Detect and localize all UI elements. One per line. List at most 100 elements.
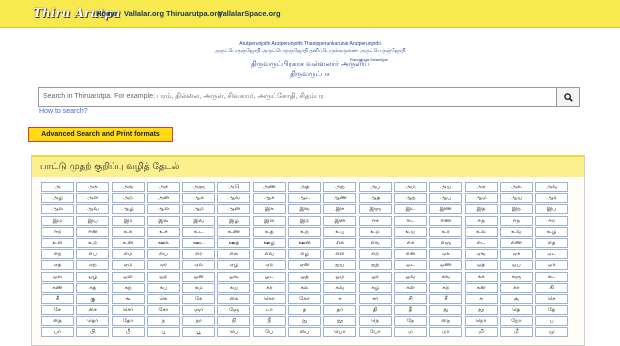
letter-cell[interactable]: சு bbox=[464, 293, 498, 304]
letter-cell[interactable]: கன bbox=[464, 282, 498, 293]
letter-cell[interactable]: தொ bbox=[76, 316, 110, 327]
letter-cell[interactable]: இங bbox=[288, 204, 322, 215]
letter-cell[interactable]: ஊட bbox=[182, 237, 216, 248]
letter-cell[interactable]: சே bbox=[41, 305, 74, 316]
letter-cell[interactable]: ஆங bbox=[217, 193, 251, 204]
letter-cell[interactable]: பீ bbox=[111, 327, 145, 338]
letter-cell[interactable]: பு bbox=[146, 327, 180, 338]
letter-cell[interactable]: கொ bbox=[252, 293, 286, 304]
letter-cell[interactable]: இப bbox=[535, 204, 569, 215]
letter-cell[interactable]: கோ bbox=[288, 293, 322, 304]
letter-cell[interactable]: பா bbox=[41, 327, 74, 338]
letter-cell[interactable]: கு bbox=[76, 293, 110, 304]
letter-cell[interactable]: உவ bbox=[499, 226, 533, 237]
letter-cell[interactable]: எற bbox=[358, 249, 392, 260]
letter-cell[interactable]: இள bbox=[252, 215, 286, 226]
letter-cell[interactable]: ஈர bbox=[535, 215, 569, 226]
letter-cell[interactable]: ஏத bbox=[41, 260, 74, 271]
letter-cell[interactable]: த bbox=[288, 305, 322, 316]
letter-cell[interactable]: கற bbox=[429, 282, 463, 293]
letter-cell[interactable]: இக bbox=[252, 204, 286, 215]
letter-cell[interactable]: ஓம bbox=[323, 271, 357, 282]
letter-cell[interactable]: மு bbox=[535, 327, 569, 338]
letter-cell[interactable]: ஆய bbox=[499, 193, 533, 204]
nav-thiruarutpa-org[interactable]: Thiruarutpa.org bbox=[166, 9, 222, 18]
letter-cell[interactable]: கத bbox=[76, 282, 110, 293]
letter-cell[interactable]: எவ bbox=[252, 249, 286, 260]
letter-cell[interactable]: அள bbox=[76, 193, 110, 204]
letter-cell[interactable]: நொ bbox=[464, 316, 498, 327]
letter-cell[interactable]: ச bbox=[323, 293, 357, 304]
letter-cell[interactable]: அத bbox=[288, 182, 322, 192]
letter-cell[interactable]: ஓங bbox=[217, 271, 251, 282]
letter-cell[interactable]: எண bbox=[499, 237, 533, 248]
letter-cell[interactable]: அன bbox=[146, 193, 180, 204]
letter-cell[interactable]: ஊத bbox=[217, 237, 251, 248]
letter-cell[interactable]: உல bbox=[464, 226, 498, 237]
advanced-search-button[interactable]: Advanced Search and Print formats bbox=[28, 127, 173, 142]
letter-cell[interactable]: ப bbox=[535, 316, 569, 327]
letter-cell[interactable]: கட bbox=[535, 271, 569, 282]
letter-cell[interactable]: அஞ bbox=[182, 182, 216, 192]
letter-cell[interactable]: எழ bbox=[288, 249, 322, 260]
letter-cell[interactable]: து bbox=[429, 305, 463, 316]
letter-cell[interactable]: பை bbox=[288, 327, 322, 338]
letter-cell[interactable]: நீ bbox=[252, 316, 286, 327]
letter-cell[interactable]: மி bbox=[464, 327, 498, 338]
letter-cell[interactable]: ஒப bbox=[499, 260, 533, 271]
letter-cell[interactable]: கை bbox=[217, 293, 251, 304]
letter-cell[interactable]: ஆல bbox=[41, 204, 74, 215]
letter-cell[interactable]: ஓர bbox=[358, 271, 392, 282]
letter-cell[interactable]: அடு bbox=[217, 182, 251, 192]
letter-cell[interactable]: ஆற bbox=[182, 204, 216, 215]
letter-cell[interactable]: இழ bbox=[217, 215, 251, 226]
letter-cell[interactable]: ஞா bbox=[182, 305, 216, 316]
letter-cell[interactable]: ம bbox=[393, 327, 427, 338]
letter-cell[interactable]: ஏர bbox=[146, 260, 180, 271]
letter-cell[interactable]: கீ bbox=[41, 293, 74, 304]
letter-cell[interactable]: ஊன bbox=[288, 237, 322, 248]
letter-cell[interactable]: அ bbox=[41, 182, 74, 192]
letter-cell[interactable]: சா bbox=[358, 293, 392, 304]
letter-cell[interactable]: அய bbox=[429, 182, 463, 192]
letter-cell[interactable]: உன bbox=[111, 237, 145, 248]
letter-cell[interactable]: பொ bbox=[323, 327, 357, 338]
letter-cell[interactable]: உந bbox=[288, 226, 322, 237]
letter-cell[interactable]: எம bbox=[111, 249, 145, 260]
letter-cell[interactable]: சீ bbox=[429, 293, 463, 304]
letter-cell[interactable]: ஒர bbox=[535, 260, 569, 271]
letter-cell[interactable]: கள bbox=[393, 282, 427, 293]
letter-cell[interactable]: உண bbox=[217, 226, 251, 237]
letter-cell[interactable]: இம bbox=[41, 215, 74, 226]
letter-cell[interactable]: ஊழ bbox=[252, 237, 286, 248]
letter-cell[interactable]: ஏல bbox=[182, 260, 216, 271]
nav-vallalar-org[interactable]: Vallalar.org bbox=[124, 9, 164, 18]
letter-cell[interactable]: பெ bbox=[217, 327, 251, 338]
nav-vallalarspace-org[interactable]: VallalarSpace.org bbox=[218, 9, 281, 18]
letter-cell[interactable]: எய bbox=[146, 249, 180, 260]
letter-cell[interactable]: உக bbox=[111, 226, 145, 237]
letter-cell[interactable]: ஏட bbox=[535, 249, 569, 260]
how-to-search-link[interactable]: How to search? bbox=[39, 108, 88, 115]
letter-cell[interactable]: அற bbox=[111, 193, 145, 204]
letter-cell[interactable]: ஒழ bbox=[76, 271, 110, 282]
search-input[interactable] bbox=[39, 88, 559, 104]
letter-cell[interactable]: கச bbox=[464, 271, 498, 282]
letter-cell[interactable]: அழ bbox=[41, 193, 74, 204]
letter-cell[interactable]: கங bbox=[429, 271, 463, 282]
letter-cell[interactable]: ஏழ bbox=[217, 260, 251, 271]
letter-cell[interactable]: எஞ bbox=[429, 237, 463, 248]
letter-cell[interactable]: கெ bbox=[146, 293, 180, 304]
letter-cell[interactable]: உம bbox=[358, 226, 392, 237]
letter-cell[interactable]: நோ bbox=[499, 316, 533, 327]
letter-cell[interactable]: உத bbox=[252, 226, 286, 237]
letter-cell[interactable]: எள bbox=[323, 249, 357, 260]
letter-cell[interactable]: போ bbox=[358, 327, 392, 338]
letter-cell[interactable]: சோ bbox=[146, 305, 180, 316]
letter-cell[interactable]: ஏந bbox=[76, 260, 110, 271]
letter-cell[interactable]: ஊக bbox=[146, 237, 180, 248]
letter-cell[interactable]: தீ bbox=[393, 305, 427, 316]
letter-cell[interactable]: ஆச bbox=[252, 193, 286, 204]
letter-cell[interactable]: எப bbox=[76, 249, 110, 260]
letter-cell[interactable]: இன bbox=[323, 215, 357, 226]
